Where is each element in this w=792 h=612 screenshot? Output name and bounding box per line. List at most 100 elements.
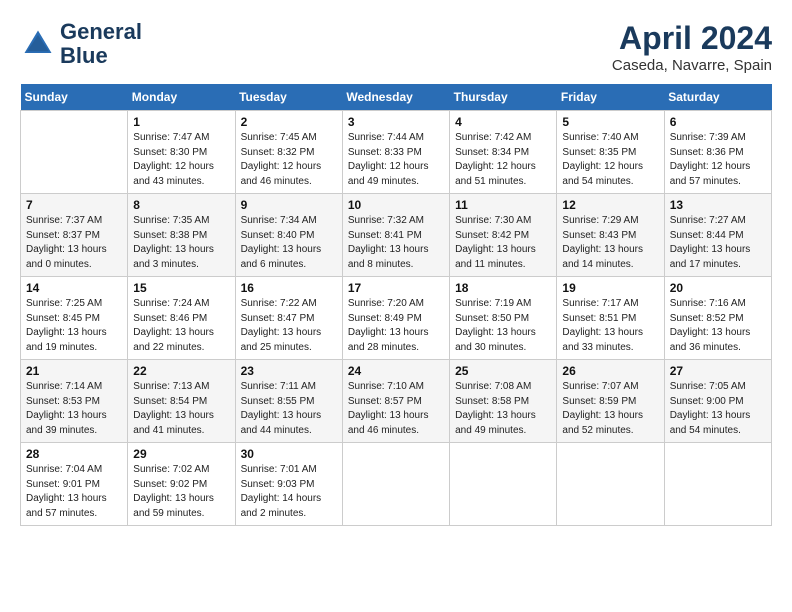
- day-number: 18: [455, 281, 551, 295]
- calendar-cell: 2 Sunrise: 7:45 AM Sunset: 8:32 PM Daylig…: [235, 111, 342, 194]
- day-info: Sunrise: 7:30 AM Sunset: 8:42 PM Dayligh…: [455, 214, 551, 272]
- weekday-header-saturday: Saturday: [664, 84, 771, 111]
- day-number: 29: [133, 447, 229, 461]
- day-info: Sunrise: 7:13 AM Sunset: 8:54 PM Dayligh…: [133, 380, 229, 438]
- day-info: Sunrise: 7:35 AM Sunset: 8:38 PM Dayligh…: [133, 214, 229, 272]
- day-number: 10: [348, 198, 444, 212]
- weekday-header-friday: Friday: [557, 84, 664, 111]
- day-number: 12: [562, 198, 658, 212]
- calendar-week-row: 14 Sunrise: 7:25 AM Sunset: 8:45 PM Dayli…: [21, 277, 772, 360]
- day-info: Sunrise: 7:24 AM Sunset: 8:46 PM Dayligh…: [133, 297, 229, 355]
- day-number: 11: [455, 198, 551, 212]
- day-number: 22: [133, 364, 229, 378]
- day-number: 3: [348, 115, 444, 129]
- calendar-cell: 27 Sunrise: 7:05 AM Sunset: 9:00 PM Dayli…: [664, 360, 771, 443]
- day-number: 16: [241, 281, 337, 295]
- day-info: Sunrise: 7:32 AM Sunset: 8:41 PM Dayligh…: [348, 214, 444, 272]
- day-number: 19: [562, 281, 658, 295]
- day-info: Sunrise: 7:42 AM Sunset: 8:34 PM Dayligh…: [455, 131, 551, 189]
- calendar-cell: 12 Sunrise: 7:29 AM Sunset: 8:43 PM Dayli…: [557, 194, 664, 277]
- calendar-cell: 23 Sunrise: 7:11 AM Sunset: 8:55 PM Dayli…: [235, 360, 342, 443]
- calendar-cell: 3 Sunrise: 7:44 AM Sunset: 8:33 PM Daylig…: [342, 111, 449, 194]
- calendar-cell: 7Sunrise: 7:37 AM Sunset: 8:37 PM Daylig…: [21, 194, 128, 277]
- calendar-cell: 19 Sunrise: 7:17 AM Sunset: 8:51 PM Dayli…: [557, 277, 664, 360]
- day-info: Sunrise: 7:27 AM Sunset: 8:44 PM Dayligh…: [670, 214, 766, 272]
- day-number: 27: [670, 364, 766, 378]
- calendar-cell: [21, 111, 128, 194]
- month-year: April 2024: [612, 20, 772, 57]
- calendar-cell: 14 Sunrise: 7:25 AM Sunset: 8:45 PM Dayli…: [21, 277, 128, 360]
- calendar-cell: 18 Sunrise: 7:19 AM Sunset: 8:50 PM Dayli…: [450, 277, 557, 360]
- calendar-cell: 25 Sunrise: 7:08 AM Sunset: 8:58 PM Dayli…: [450, 360, 557, 443]
- day-info: Sunrise: 7:17 AM Sunset: 8:51 PM Dayligh…: [562, 297, 658, 355]
- calendar-cell: [450, 443, 557, 526]
- weekday-header-row: SundayMondayTuesdayWednesdayThursdayFrid…: [21, 84, 772, 111]
- day-info: Sunrise: 7:10 AM Sunset: 8:57 PM Dayligh…: [348, 380, 444, 438]
- day-info: Sunrise: 7:07 AM Sunset: 8:59 PM Dayligh…: [562, 380, 658, 438]
- day-info: Sunrise: 7:25 AM Sunset: 8:45 PM Dayligh…: [26, 297, 122, 355]
- calendar-cell: 30 Sunrise: 7:01 AM Sunset: 9:03 PM Dayli…: [235, 443, 342, 526]
- calendar-cell: [557, 443, 664, 526]
- day-number: 14: [26, 281, 122, 295]
- weekday-header-monday: Monday: [128, 84, 235, 111]
- calendar-cell: 13 Sunrise: 7:27 AM Sunset: 8:44 PM Dayli…: [664, 194, 771, 277]
- logo: General Blue: [20, 20, 142, 68]
- day-number: 21: [26, 364, 122, 378]
- calendar-week-row: 7Sunrise: 7:37 AM Sunset: 8:37 PM Daylig…: [21, 194, 772, 277]
- calendar-table: SundayMondayTuesdayWednesdayThursdayFrid…: [20, 84, 772, 526]
- calendar-cell: 17Sunrise: 7:20 AM Sunset: 8:49 PM Dayli…: [342, 277, 449, 360]
- weekday-header-sunday: Sunday: [21, 84, 128, 111]
- calendar-cell: [342, 443, 449, 526]
- day-info: Sunrise: 7:01 AM Sunset: 9:03 PM Dayligh…: [241, 463, 337, 521]
- calendar-cell: 20Sunrise: 7:16 AM Sunset: 8:52 PM Dayli…: [664, 277, 771, 360]
- day-number: 25: [455, 364, 551, 378]
- calendar-cell: 1 Sunrise: 7:47 AM Sunset: 8:30 PM Daylig…: [128, 111, 235, 194]
- weekday-header-wednesday: Wednesday: [342, 84, 449, 111]
- page-header: General Blue April 2024 Caseda, Navarre,…: [20, 20, 772, 74]
- calendar-cell: 21 Sunrise: 7:14 AM Sunset: 8:53 PM Dayli…: [21, 360, 128, 443]
- day-number: 1: [133, 115, 229, 129]
- day-number: 26: [562, 364, 658, 378]
- day-info: Sunrise: 7:39 AM Sunset: 8:36 PM Dayligh…: [670, 131, 766, 189]
- day-number: 2: [241, 115, 337, 129]
- day-number: 6: [670, 115, 766, 129]
- day-info: Sunrise: 7:11 AM Sunset: 8:55 PM Dayligh…: [241, 380, 337, 438]
- day-info: Sunrise: 7:19 AM Sunset: 8:50 PM Dayligh…: [455, 297, 551, 355]
- location: Caseda, Navarre, Spain: [612, 57, 772, 74]
- day-number: 4: [455, 115, 551, 129]
- calendar-cell: 8Sunrise: 7:35 AM Sunset: 8:38 PM Daylig…: [128, 194, 235, 277]
- logo-text: General Blue: [60, 20, 142, 68]
- calendar-cell: 15 Sunrise: 7:24 AM Sunset: 8:46 PM Dayli…: [128, 277, 235, 360]
- weekday-header-thursday: Thursday: [450, 84, 557, 111]
- day-info: Sunrise: 7:44 AM Sunset: 8:33 PM Dayligh…: [348, 131, 444, 189]
- day-number: 30: [241, 447, 337, 461]
- calendar-cell: 9Sunrise: 7:34 AM Sunset: 8:40 PM Daylig…: [235, 194, 342, 277]
- day-number: 9: [241, 198, 337, 212]
- day-info: Sunrise: 7:22 AM Sunset: 8:47 PM Dayligh…: [241, 297, 337, 355]
- calendar-week-row: 1 Sunrise: 7:47 AM Sunset: 8:30 PM Daylig…: [21, 111, 772, 194]
- day-number: 15: [133, 281, 229, 295]
- day-number: 23: [241, 364, 337, 378]
- calendar-cell: 22 Sunrise: 7:13 AM Sunset: 8:54 PM Dayli…: [128, 360, 235, 443]
- day-info: Sunrise: 7:05 AM Sunset: 9:00 PM Dayligh…: [670, 380, 766, 438]
- calendar-cell: 11 Sunrise: 7:30 AM Sunset: 8:42 PM Dayli…: [450, 194, 557, 277]
- calendar-cell: 5Sunrise: 7:40 AM Sunset: 8:35 PM Daylig…: [557, 111, 664, 194]
- calendar-week-row: 28Sunrise: 7:04 AM Sunset: 9:01 PM Dayli…: [21, 443, 772, 526]
- day-info: Sunrise: 7:47 AM Sunset: 8:30 PM Dayligh…: [133, 131, 229, 189]
- calendar-cell: 29Sunrise: 7:02 AM Sunset: 9:02 PM Dayli…: [128, 443, 235, 526]
- weekday-header-tuesday: Tuesday: [235, 84, 342, 111]
- calendar-week-row: 21 Sunrise: 7:14 AM Sunset: 8:53 PM Dayli…: [21, 360, 772, 443]
- calendar-cell: 4 Sunrise: 7:42 AM Sunset: 8:34 PM Daylig…: [450, 111, 557, 194]
- logo-icon: [20, 26, 56, 62]
- day-info: Sunrise: 7:20 AM Sunset: 8:49 PM Dayligh…: [348, 297, 444, 355]
- day-info: Sunrise: 7:45 AM Sunset: 8:32 PM Dayligh…: [241, 131, 337, 189]
- day-number: 13: [670, 198, 766, 212]
- calendar-cell: 24 Sunrise: 7:10 AM Sunset: 8:57 PM Dayli…: [342, 360, 449, 443]
- day-info: Sunrise: 7:14 AM Sunset: 8:53 PM Dayligh…: [26, 380, 122, 438]
- day-number: 5: [562, 115, 658, 129]
- day-number: 24: [348, 364, 444, 378]
- day-info: Sunrise: 7:08 AM Sunset: 8:58 PM Dayligh…: [455, 380, 551, 438]
- day-number: 28: [26, 447, 122, 461]
- day-info: Sunrise: 7:29 AM Sunset: 8:43 PM Dayligh…: [562, 214, 658, 272]
- day-number: 20: [670, 281, 766, 295]
